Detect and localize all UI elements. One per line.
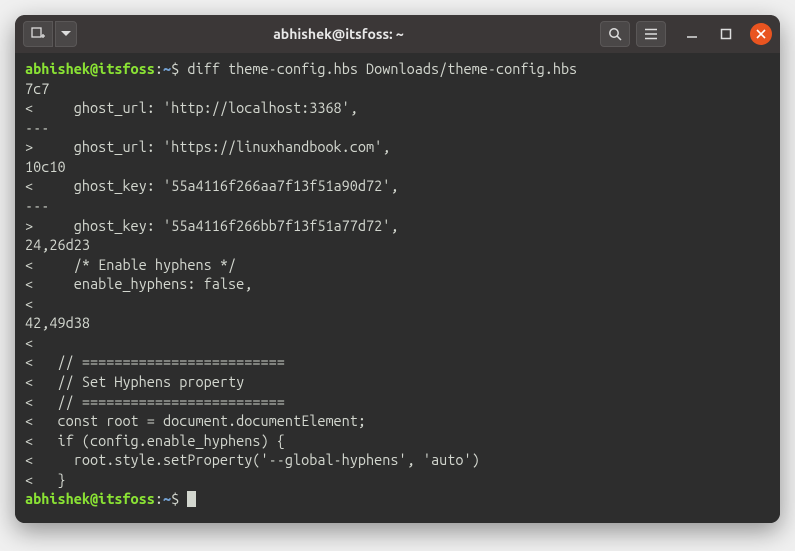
close-button[interactable]: [750, 23, 772, 45]
terminal-line: ---: [25, 118, 770, 138]
prompt-path: ~: [163, 60, 171, 77]
new-tab-button[interactable]: [23, 21, 53, 47]
terminal-line: < }: [25, 470, 770, 490]
search-icon: [608, 27, 622, 41]
output-text: <: [25, 334, 33, 351]
terminal-line: <: [25, 294, 770, 314]
hamburger-icon: [644, 28, 658, 40]
output-text: < // Set Hyphens property: [25, 373, 244, 390]
output-text: 24,26d23: [25, 236, 90, 253]
output-text: < // =========================: [25, 353, 285, 370]
menu-button[interactable]: [636, 21, 666, 47]
prompt-symbol: $: [171, 490, 187, 507]
terminal-line: < enable_hyphens: false,: [25, 274, 770, 294]
cursor: [187, 491, 196, 507]
terminal-body[interactable]: abhishek@itsfoss:~$ diff theme-config.hb…: [15, 53, 780, 523]
terminal-line: < // =========================: [25, 392, 770, 412]
prompt-colon: :: [155, 60, 163, 77]
window-controls: [682, 23, 772, 45]
command-text: diff theme-config.hbs Downloads/theme-co…: [187, 60, 577, 77]
output-text: ---: [25, 119, 49, 136]
new-tab-icon: [31, 27, 45, 41]
minimize-icon: [686, 28, 698, 40]
terminal-line: 24,26d23: [25, 235, 770, 255]
prompt-colon: :: [155, 490, 163, 507]
prompt-symbol: $: [171, 60, 187, 77]
terminal-window: abhishek@itsfoss: ~ abhishek@itsfoss:~: [15, 15, 780, 523]
terminal-line: 42,49d38: [25, 313, 770, 333]
chevron-down-icon: [61, 31, 71, 37]
terminal-line: < // Set Hyphens property: [25, 372, 770, 392]
close-icon: [756, 29, 766, 39]
terminal-line: < if (config.enable_hyphens) {: [25, 431, 770, 451]
output-text: > ghost_key: '55a4116f266bb7f13f51a77d72…: [25, 217, 399, 234]
terminal-line: < ghost_key: '55a4116f266aa7f13f51a90d72…: [25, 176, 770, 196]
terminal-line: < root.style.setProperty('--global-hyphe…: [25, 450, 770, 470]
terminal-line: < /* Enable hyphens */: [25, 255, 770, 275]
terminal-line: abhishek@itsfoss:~$: [25, 489, 770, 509]
search-button[interactable]: [600, 21, 630, 47]
output-text: < /* Enable hyphens */: [25, 256, 236, 273]
output-text: < ghost_url: 'http://localhost:3368',: [25, 99, 358, 116]
output-text: 10c10: [25, 158, 66, 175]
output-text: < // =========================: [25, 393, 285, 410]
tab-button-group: [23, 21, 77, 47]
tab-dropdown-button[interactable]: [55, 21, 77, 47]
titlebar: abhishek@itsfoss: ~: [15, 15, 780, 53]
output-text: > ghost_url: 'https://linuxhandbook.com'…: [25, 138, 390, 155]
prompt-user-host: abhishek@itsfoss: [25, 60, 155, 77]
terminal-line: < const root = document.documentElement;: [25, 411, 770, 431]
minimize-button[interactable]: [682, 24, 702, 44]
terminal-line: ---: [25, 196, 770, 216]
prompt-path: ~: [163, 490, 171, 507]
titlebar-right-controls: [600, 21, 772, 47]
output-text: <: [25, 295, 33, 312]
output-text: ---: [25, 197, 49, 214]
terminal-line: 10c10: [25, 157, 770, 177]
output-text: < if (config.enable_hyphens) {: [25, 432, 285, 449]
output-text: < const root = document.documentElement;: [25, 412, 366, 429]
output-text: < root.style.setProperty('--global-hyphe…: [25, 451, 480, 468]
output-text: < enable_hyphens: false,: [25, 275, 252, 292]
prompt-user-host: abhishek@itsfoss: [25, 490, 155, 507]
terminal-line: < // =========================: [25, 352, 770, 372]
terminal-line: <: [25, 333, 770, 353]
maximize-button[interactable]: [716, 24, 736, 44]
window-title: abhishek@itsfoss: ~: [83, 26, 594, 42]
terminal-line: > ghost_key: '55a4116f266bb7f13f51a77d72…: [25, 216, 770, 236]
output-text: < ghost_key: '55a4116f266aa7f13f51a90d72…: [25, 177, 399, 194]
terminal-line: > ghost_url: 'https://linuxhandbook.com'…: [25, 137, 770, 157]
output-text: 7c7: [25, 80, 49, 97]
terminal-line: 7c7: [25, 79, 770, 99]
terminal-line: < ghost_url: 'http://localhost:3368',: [25, 98, 770, 118]
terminal-line: abhishek@itsfoss:~$ diff theme-config.hb…: [25, 59, 770, 79]
output-text: 42,49d38: [25, 314, 90, 331]
maximize-icon: [720, 28, 732, 40]
output-text: < }: [25, 471, 66, 488]
